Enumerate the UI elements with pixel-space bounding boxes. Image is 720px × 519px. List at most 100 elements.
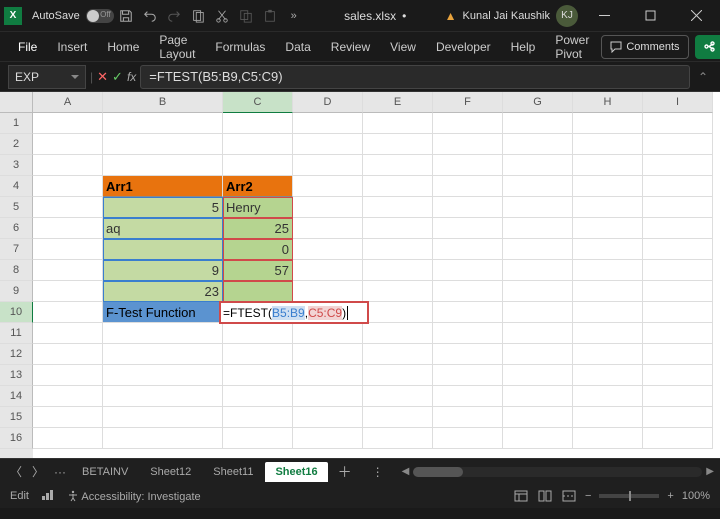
col-header[interactable]: I <box>643 92 713 113</box>
cell[interactable] <box>503 113 573 134</box>
row-header[interactable]: 11 <box>0 323 33 344</box>
cell[interactable] <box>363 344 433 365</box>
cell-b8[interactable]: 9 <box>103 260 223 281</box>
cell-b7[interactable] <box>103 239 223 260</box>
cell[interactable] <box>433 365 503 386</box>
cell[interactable] <box>33 344 103 365</box>
cell[interactable] <box>643 239 713 260</box>
cell[interactable] <box>293 176 363 197</box>
cell[interactable] <box>363 281 433 302</box>
cell-b10[interactable]: F-Test Function <box>103 302 223 323</box>
cell-b4[interactable]: Arr1 <box>103 176 223 197</box>
cell[interactable] <box>503 197 573 218</box>
scroll-left-icon[interactable]: ◀ <box>402 466 410 477</box>
col-header[interactable]: E <box>363 92 433 113</box>
tab-page-layout[interactable]: Page Layout <box>151 29 203 65</box>
cell[interactable] <box>293 155 363 176</box>
cell[interactable] <box>573 407 643 428</box>
cell[interactable] <box>293 113 363 134</box>
cell[interactable] <box>433 344 503 365</box>
cell[interactable] <box>363 113 433 134</box>
cell[interactable] <box>33 281 103 302</box>
accessibility-button[interactable]: Accessibility: Investigate <box>67 490 201 503</box>
cell[interactable] <box>293 218 363 239</box>
cell[interactable] <box>103 428 223 449</box>
cell[interactable] <box>33 218 103 239</box>
enter-icon[interactable]: ✓ <box>112 69 123 85</box>
cell[interactable] <box>433 197 503 218</box>
cell[interactable] <box>573 302 643 323</box>
normal-view-icon[interactable] <box>513 489 529 503</box>
col-header[interactable]: G <box>503 92 573 113</box>
cell[interactable] <box>503 218 573 239</box>
cell[interactable] <box>363 407 433 428</box>
row-header[interactable]: 8 <box>0 260 33 281</box>
row-header[interactable]: 16 <box>0 428 33 449</box>
cell[interactable] <box>103 365 223 386</box>
cell[interactable] <box>223 155 293 176</box>
cell[interactable] <box>103 407 223 428</box>
row-header[interactable]: 14 <box>0 386 33 407</box>
cell[interactable] <box>503 134 573 155</box>
cell[interactable] <box>293 365 363 386</box>
cell[interactable] <box>573 176 643 197</box>
cancel-icon[interactable]: ✕ <box>97 69 108 85</box>
cell[interactable] <box>363 218 433 239</box>
cell[interactable] <box>103 323 223 344</box>
zoom-level[interactable]: 100% <box>682 490 710 502</box>
cell[interactable] <box>503 155 573 176</box>
cell[interactable] <box>643 113 713 134</box>
row-header[interactable]: 10 <box>0 302 33 323</box>
cell[interactable] <box>503 428 573 449</box>
cell[interactable] <box>363 428 433 449</box>
cell[interactable] <box>503 260 573 281</box>
cell[interactable] <box>643 302 713 323</box>
cell[interactable] <box>33 134 103 155</box>
cell[interactable] <box>643 176 713 197</box>
cell[interactable] <box>433 302 503 323</box>
row-header[interactable]: 5 <box>0 197 33 218</box>
add-sheet-button[interactable]: ＋ <box>330 460 360 484</box>
cell[interactable] <box>103 344 223 365</box>
cell[interactable] <box>363 134 433 155</box>
zoom-out-button[interactable]: − <box>585 490 591 502</box>
cell[interactable] <box>433 239 503 260</box>
stats-icon[interactable] <box>41 489 55 504</box>
cell[interactable] <box>223 407 293 428</box>
cell[interactable] <box>573 428 643 449</box>
cell[interactable] <box>643 323 713 344</box>
row-header[interactable]: 3 <box>0 155 33 176</box>
cell[interactable] <box>223 428 293 449</box>
cell[interactable] <box>33 323 103 344</box>
avatar[interactable]: KJ <box>556 5 578 27</box>
cell[interactable] <box>433 113 503 134</box>
cell[interactable] <box>433 407 503 428</box>
cell[interactable] <box>293 197 363 218</box>
cell[interactable] <box>503 302 573 323</box>
sheet-tab[interactable]: Sheet12 <box>140 462 201 482</box>
cell[interactable] <box>573 260 643 281</box>
cell[interactable] <box>433 260 503 281</box>
cell[interactable] <box>433 176 503 197</box>
sheet-tab-active[interactable]: Sheet16 <box>265 462 327 482</box>
cell[interactable] <box>503 386 573 407</box>
cell-b6[interactable]: aq <box>103 218 223 239</box>
more-commands-icon[interactable]: » <box>286 8 302 24</box>
col-header[interactable]: C <box>223 92 293 113</box>
share-button[interactable] <box>695 35 720 59</box>
zoom-in-button[interactable]: + <box>667 490 673 502</box>
cell[interactable] <box>573 386 643 407</box>
cell[interactable] <box>293 281 363 302</box>
cell[interactable] <box>573 113 643 134</box>
cell[interactable] <box>33 113 103 134</box>
cell-c5[interactable]: Henry <box>223 197 293 218</box>
cell[interactable] <box>433 155 503 176</box>
cell[interactable] <box>363 176 433 197</box>
cell-b9[interactable]: 23 <box>103 281 223 302</box>
minimize-button[interactable] <box>584 0 624 32</box>
sheet-ellipsis[interactable]: ··· <box>50 463 70 481</box>
cell[interactable] <box>503 365 573 386</box>
cell[interactable] <box>33 428 103 449</box>
cell[interactable] <box>643 197 713 218</box>
cell[interactable] <box>573 197 643 218</box>
